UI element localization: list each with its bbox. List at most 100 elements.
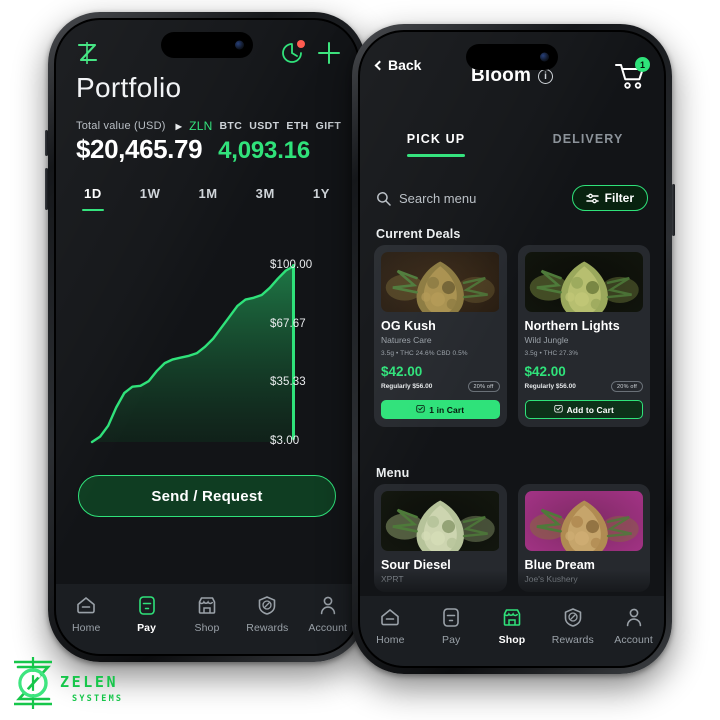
chart-tick-label: $67.67 xyxy=(270,317,306,330)
tab-shop[interactable]: Shop xyxy=(485,606,539,646)
filter-sliders-icon xyxy=(585,193,599,203)
shop-storefront-icon xyxy=(501,606,523,629)
phone-left-volume-up[interactable] xyxy=(45,130,48,156)
tab-pay[interactable]: Pay xyxy=(424,606,478,646)
cta-label: 1 in Cart xyxy=(429,404,465,415)
filter-button[interactable]: Filter xyxy=(571,185,648,211)
search-placeholder: Search menu xyxy=(399,190,477,206)
account-person-icon xyxy=(317,594,339,617)
blue-dream-bud-photo xyxy=(524,491,644,551)
bloom-shop-screen: Back Bloom i 1 PICK UP DELIVERY Search m… xyxy=(360,32,664,666)
ticker-eth[interactable]: ETH xyxy=(286,120,308,132)
bottom-tab-bar[interactable]: Home Pay Shop Rewards Account xyxy=(56,584,358,654)
phone-right-power-button[interactable] xyxy=(672,184,675,236)
page-title: Portfolio xyxy=(76,72,182,103)
product-name: Sour Diesel xyxy=(381,558,451,572)
tab-shop[interactable]: Shop xyxy=(180,594,234,634)
screenshot-canvas: Portfolio Total value (USD) ▶ ZLN BTC USDT E… xyxy=(0,0,720,720)
range-1w[interactable]: 1W xyxy=(140,186,161,211)
portfolio-screen: Portfolio Total value (USD) ▶ ZLN BTC USDT E… xyxy=(56,20,358,654)
plus-icon[interactable] xyxy=(318,42,340,64)
tab-rewards[interactable]: Rewards xyxy=(546,606,600,646)
tab-label: Account xyxy=(308,622,348,634)
send-request-button[interactable]: Send / Request xyxy=(78,475,336,517)
range-1m[interactable]: 1M xyxy=(198,186,217,211)
cart-add-icon xyxy=(553,404,563,415)
segment-delivery[interactable]: DELIVERY xyxy=(512,132,664,157)
fulfillment-tabs[interactable]: PICK UP DELIVERY xyxy=(360,132,664,157)
shopping-cart-icon[interactable]: 1 xyxy=(614,57,650,92)
product-vendor: Wild Jungle xyxy=(524,335,569,345)
section-title-deals: Current Deals xyxy=(376,227,461,241)
search-row: Search menu Filter xyxy=(376,184,648,212)
total-value-zln: 4,093.16 xyxy=(218,137,310,164)
add-to-cart-button[interactable]: 1 in Cart xyxy=(381,400,500,419)
product-name: OG Kush xyxy=(381,319,436,333)
segment-pick-up[interactable]: PICK UP xyxy=(360,132,512,157)
rewards-shield-icon xyxy=(256,594,278,617)
bottom-tab-bar[interactable]: Home Pay Shop Rewards Account xyxy=(360,596,664,666)
ticker-usdt[interactable]: USDT xyxy=(249,120,279,132)
tab-home[interactable]: Home xyxy=(363,606,417,646)
ticker-list[interactable]: ▶ ZLN BTC USDT ETH GIFT xyxy=(176,119,342,133)
tab-label: Shop xyxy=(194,622,220,634)
tab-account[interactable]: Account xyxy=(607,606,661,646)
logo-subtext: SYSTEMS xyxy=(72,694,123,704)
range-selector[interactable]: 1D 1W 1M 3M 1Y xyxy=(70,186,344,211)
product-vendor: Joe's Kushery xyxy=(524,574,578,584)
portfolio-meta-row: Total value (USD) ▶ ZLN BTC USDT ETH GIFT xyxy=(76,119,346,133)
home-icon xyxy=(379,606,401,629)
portfolio-area-chart xyxy=(90,264,296,444)
product-card[interactable]: Northern Lights Wild Jungle 3.5g • THC 27.… xyxy=(517,245,650,427)
ticker-zln[interactable]: ZLN xyxy=(189,119,212,133)
back-button[interactable]: Back xyxy=(374,57,421,73)
dynamic-island xyxy=(466,44,558,70)
add-to-cart-button[interactable]: Add to Cart xyxy=(524,400,643,419)
sour-diesel-bud-photo xyxy=(381,491,500,551)
discount-badge: 20% off xyxy=(611,381,643,392)
tab-home[interactable]: Home xyxy=(59,594,113,634)
total-value-label: Total value (USD) xyxy=(76,120,166,132)
search-icon xyxy=(377,191,391,206)
menu-card-row: Sour Diesel XPRT Blue Dream Joe's Kushery xyxy=(374,484,650,592)
tab-label: Home xyxy=(71,622,101,634)
total-value-usd: $20,465.79 xyxy=(76,134,203,164)
phone-left-volume-down[interactable] xyxy=(45,168,48,210)
product-card[interactable]: Blue Dream Joe's Kushery xyxy=(517,484,650,592)
notification-bell-icon[interactable] xyxy=(280,40,305,65)
account-person-icon xyxy=(623,606,645,629)
tab-pay[interactable]: Pay xyxy=(120,594,174,634)
product-spec: 3.5g • THC 27.3% xyxy=(524,350,579,357)
product-name: Northern Lights xyxy=(524,319,620,333)
search-input[interactable]: Search menu xyxy=(376,191,476,206)
range-1y[interactable]: 1Y xyxy=(313,186,330,211)
tab-rewards[interactable]: Rewards xyxy=(240,594,294,634)
product-price: $42.00 xyxy=(381,364,423,379)
product-regular-row: Regularly $56.00 20% off xyxy=(381,381,500,392)
tab-label: Rewards xyxy=(551,634,594,646)
phone-left-portfolio: Portfolio Total value (USD) ▶ ZLN BTC USDT E… xyxy=(45,12,366,662)
product-vendor: XPRT xyxy=(381,574,404,584)
front-camera xyxy=(235,40,244,50)
tab-label: Shop xyxy=(498,634,526,646)
range-1d[interactable]: 1D xyxy=(84,186,102,211)
tab-label: Pay xyxy=(441,634,461,646)
og-kush-bud-photo xyxy=(381,252,500,312)
ticker-gift[interactable]: GIFT xyxy=(316,120,342,132)
filter-label: Filter xyxy=(604,191,634,205)
tab-account[interactable]: Account xyxy=(301,594,355,634)
pay-card-icon xyxy=(136,594,158,617)
product-spec: 3.5g • THC 24.6% CBD 0.5% xyxy=(381,350,468,357)
discount-badge: 20% off xyxy=(467,381,500,392)
shop-storefront-icon xyxy=(196,594,218,617)
product-regular-price: Regularly $56.00 xyxy=(524,383,576,390)
zelen-z-icon[interactable] xyxy=(74,40,100,66)
ticker-btc[interactable]: BTC xyxy=(219,120,242,132)
range-3m[interactable]: 3M xyxy=(256,186,275,211)
info-circle-icon[interactable]: i xyxy=(538,68,554,84)
product-card[interactable]: Sour Diesel XPRT xyxy=(374,484,507,592)
cart-count-badge: 1 xyxy=(635,57,650,72)
product-card[interactable]: OG Kush Natures Care 3.5g • THC 24.6% CBD … xyxy=(374,245,507,427)
cart-check-icon xyxy=(416,404,425,415)
product-vendor: Natures Care xyxy=(381,335,432,345)
